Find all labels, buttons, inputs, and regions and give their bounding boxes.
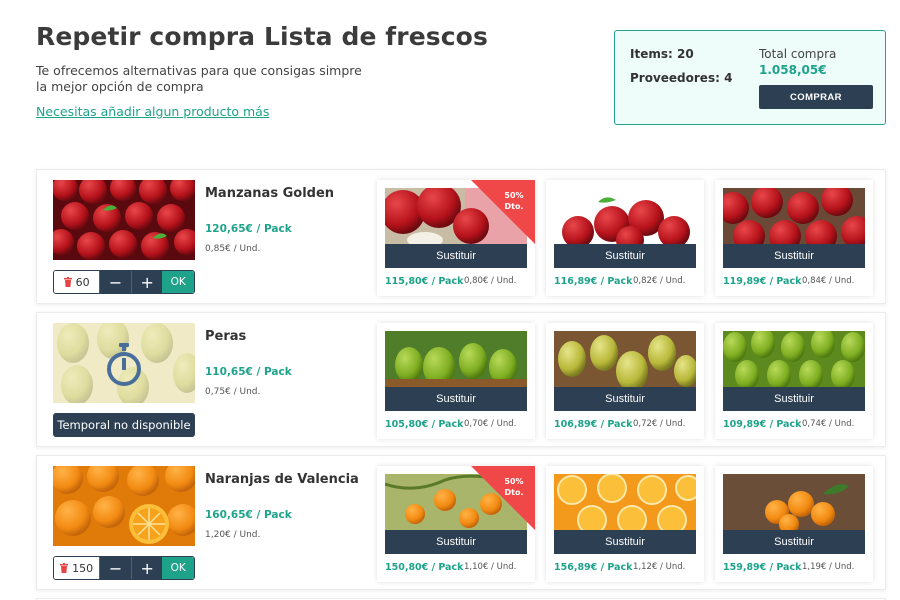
alternative-card: Sustituir 105,80€ / Pack 0,70€ / Und. [377,323,535,439]
substitute-button[interactable]: Sustituir [554,244,696,268]
alternative-card: Sustituir 119,89€ / Pack 0,84€ / Und. [715,180,873,296]
total-value: 1.058,05€ [759,63,827,77]
plus-icon: + [140,558,154,578]
timer-icon [107,343,141,386]
order-summary: Items: 20 Proveedores: 4 Total compra 1.… [614,30,886,125]
alternative-unit-price: 0,84€ / Und. [802,276,855,286]
quantity-value: 60 [75,275,90,289]
alternative-card: Sustituir 109,89€ / Pack 0,74€ / Und. [715,323,873,439]
substitute-button[interactable]: Sustituir [723,387,865,411]
alternative-unit-price: 0,82€ / Und. [633,276,686,286]
alternative-pack-price: 115,80€ / Pack [385,276,464,287]
alternative-unit-price: 0,74€ / Und. [802,419,855,429]
minus-icon: − [108,558,123,578]
alternative-pack-price: 109,89€ / Pack [723,419,802,430]
total-label: Total compra [759,47,837,61]
alternative-pack-price: 119,89€ / Pack [723,276,802,287]
alternative-pack-price: 116,89€ / Pack [554,276,633,287]
trash-icon [63,277,72,287]
alternative-unit-price: 0,72€ / Und. [633,419,686,429]
plus-icon: + [140,272,154,292]
decrease-button[interactable]: − [99,271,131,293]
page-subtitle: Te ofrecemos alternativas para que consi… [36,63,362,94]
substitute-button[interactable]: Sustituir [385,387,527,411]
alternative-pack-price: 159,89€ / Pack [723,562,802,573]
alternative-card: 50% Dto. Sustituir 150,80€ / Pack 1,10€ … [377,466,535,582]
delete-button[interactable]: 60 [54,271,100,293]
product-pack-price: 110,65€ / Pack [205,366,292,378]
ok-button[interactable]: OK [162,271,194,293]
product-name: Manzanas Golden [205,186,335,201]
add-product-link[interactable]: Necesitas añadir algun producto más [36,104,269,119]
alternative-image [554,188,696,244]
alternative-pack-price: 156,89€ / Pack [554,562,633,573]
alternative-unit-price: 0,70€ / Und. [464,419,517,429]
alternative-image [554,474,696,530]
product-pack-price: 120,65€ / Pack [205,223,292,235]
product-unit-price: 0,75€ / Und. [205,387,261,397]
product-image-pears [53,323,195,403]
product-name: Peras [205,329,247,344]
alternative-unit-price: 1,10€ / Und. [464,562,517,572]
quantity-stepper: 150 − + OK [53,556,195,580]
trash-icon [60,563,69,573]
alternative-card: 50% Dto. Sustituir 115,80€ / Pack 0,80€ … [377,180,535,296]
alternative-image [723,474,865,530]
product-pack-price: 160,65€ / Pack [205,509,292,521]
alternative-unit-price: 0,80€ / Und. [464,276,517,286]
alternative-pack-price: 106,89€ / Pack [554,419,633,430]
increase-button[interactable]: + [130,557,163,579]
product-row-pears: Peras 110,65€ / Pack 0,75€ / Und. Tempor… [36,312,886,447]
substitute-button[interactable]: Sustituir [554,530,696,554]
alternative-image [723,188,865,244]
substitute-button[interactable]: Sustituir [385,244,527,268]
alternative-pack-price: 150,80€ / Pack [385,562,464,573]
product-unit-price: 1,20€ / Und. [205,530,261,540]
product-name: Naranjas de Valencia [205,472,359,487]
delete-button[interactable]: 150 [54,557,100,579]
page-title: Repetir compra Lista de frescos [36,22,488,51]
alternative-unit-price: 1,12€ / Und. [633,562,686,572]
unavailable-status-button[interactable]: Temporal no disponible [53,413,195,437]
alternative-card: Sustituir 116,89€ / Pack 0,82€ / Und. [546,180,704,296]
increase-button[interactable]: + [130,271,163,293]
substitute-button[interactable]: Sustituir [723,530,865,554]
product-row-apples: Manzanas Golden 120,65€ / Pack 0,85€ / U… [36,169,886,304]
product-image-apples [53,180,195,260]
substitute-button[interactable]: Sustituir [723,244,865,268]
product-unit-price: 0,85€ / Und. [205,244,261,254]
providers-count: Proveedores: 4 [630,71,733,85]
product-image-oranges [53,466,195,546]
discount-badge: 50% Dto. [504,477,524,497]
buy-button[interactable]: COMPRAR [759,85,873,109]
minus-icon: − [108,272,123,292]
substitute-button[interactable]: Sustituir [554,387,696,411]
ok-button[interactable]: OK [162,557,194,579]
product-row-oranges: Naranjas de Valencia 160,65€ / Pack 1,20… [36,455,886,590]
alternative-card: Sustituir 156,89€ / Pack 1,12€ / Und. [546,466,704,582]
alternative-pack-price: 105,80€ / Pack [385,419,464,430]
alternative-image [723,331,865,387]
alternative-unit-price: 1,19€ / Und. [802,562,855,572]
decrease-button[interactable]: − [99,557,131,579]
items-count: Items: 20 [630,47,694,61]
discount-badge: 50% Dto. [504,191,524,211]
alternative-card: Sustituir 159,89€ / Pack 1,19€ / Und. [715,466,873,582]
substitute-button[interactable]: Sustituir [385,530,527,554]
alternative-image [385,331,527,387]
alternative-image [554,331,696,387]
quantity-stepper: 60 − + OK [53,270,195,294]
quantity-value: 150 [72,561,94,575]
page-header: Repetir compra Lista de frescos Te ofrec… [36,22,596,120]
alternative-card: Sustituir 106,89€ / Pack 0,72€ / Und. [546,323,704,439]
